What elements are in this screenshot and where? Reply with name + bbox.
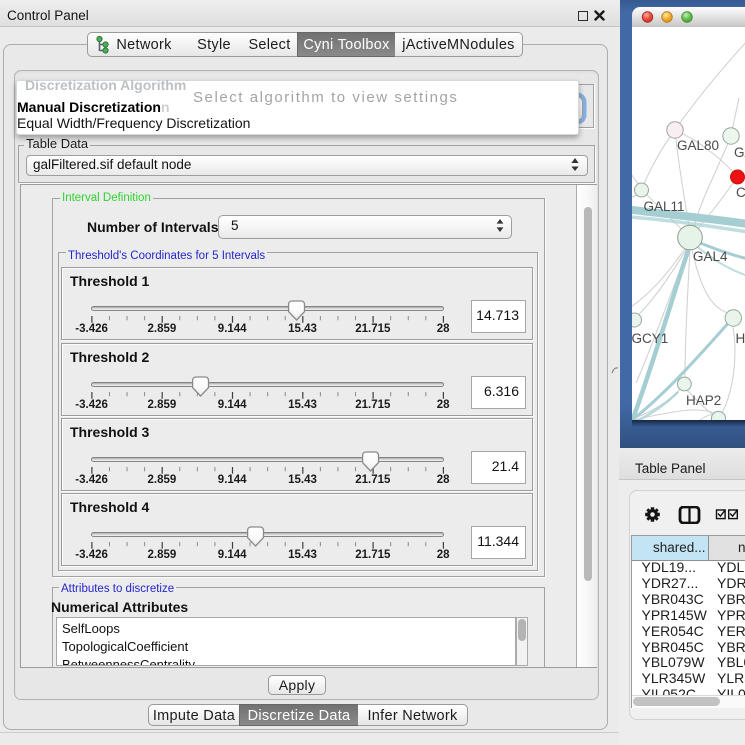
svg-text:GAL11: GAL11 [644,199,685,214]
svg-text:H: H [736,331,745,346]
svg-text:HAP2: HAP2 [686,393,721,408]
svg-text:GCY1: GCY1 [632,331,668,346]
svg-text:GAL4: GAL4 [693,249,728,264]
svg-text:GA: GA [734,145,745,160]
svg-text:GAL80: GAL80 [677,138,719,153]
svg-text:C: C [736,185,745,200]
